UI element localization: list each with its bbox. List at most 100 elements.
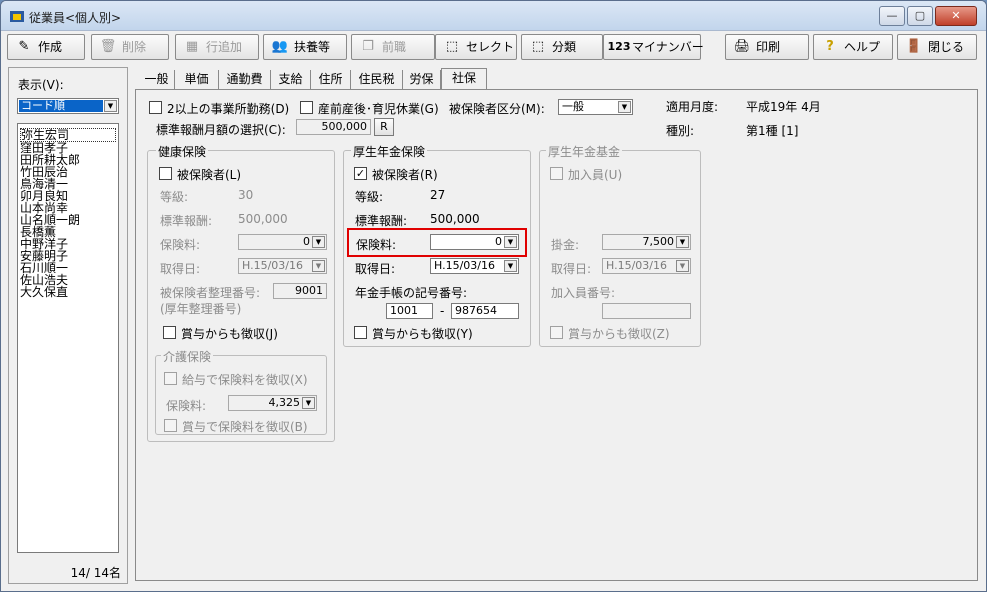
standard-selection-label: 標準報酬月額の選択(C): xyxy=(156,123,286,137)
r-button[interactable]: R xyxy=(374,118,394,136)
fund-join-checkbox[interactable] xyxy=(550,167,563,180)
standard-selection-field[interactable]: 500,000 xyxy=(296,119,371,135)
health-standard-label: 標準報酬: xyxy=(160,214,213,228)
dropdown-arrow-icon[interactable]: ▼ xyxy=(312,260,325,272)
pension-acquire-date[interactable]: H.15/03/16 ▼ xyxy=(430,258,519,274)
select-button[interactable]: ⬚ セレクト xyxy=(435,34,517,60)
pension-standard-label: 標準報酬: xyxy=(355,214,408,228)
pension-standard-value: 500,000 xyxy=(430,212,480,226)
close-icon: ✕ xyxy=(951,9,961,22)
tab-social-insurance[interactable]: 社保 xyxy=(441,68,487,90)
nursing-salary-label: 給与で保険料を徴収(X) xyxy=(182,373,308,387)
tab-unit-price[interactable]: 単価 xyxy=(175,70,219,90)
minimize-icon: — xyxy=(886,9,898,22)
employee-sidebar: 表示(V): コード順 ▼ 弥生宏司 窪田孝子 田所耕太郎 竹田辰治 鳥海清一 卯月良知山… xyxy=(8,67,128,584)
pension-grade-value: 27 xyxy=(430,188,446,202)
nursing-salary-checkbox[interactable] xyxy=(164,372,177,385)
maximize-button[interactable]: ▢ xyxy=(907,6,933,26)
dropdown-arrow-icon[interactable]: ▼ xyxy=(312,236,325,248)
tab-labor-insurance[interactable]: 労保 xyxy=(403,70,441,90)
health-acquire-label: 取得日: xyxy=(160,262,201,276)
pension-book-code-field[interactable]: 1001 xyxy=(386,303,433,319)
highlight-box xyxy=(347,228,527,257)
print-button[interactable]: 🖨 印刷 xyxy=(725,34,809,60)
pension-bonus-checkbox[interactable] xyxy=(354,326,367,339)
pension-fund-title: 厚生年金基金 xyxy=(546,143,623,160)
pension-book-label: 年金手帳の記号番号: xyxy=(355,286,468,300)
insured-class-select[interactable]: 一般 ▼ xyxy=(558,99,633,115)
pension-grade-label: 等級: xyxy=(355,190,384,204)
fund-bonus-checkbox[interactable] xyxy=(550,326,563,339)
dropdown-arrow-icon[interactable]: ▼ xyxy=(676,260,689,272)
toolbar: ✎ 作成 🗑 削除 ▦ 行追加 👥 扶養等 ❐ 前職 ⬚ セレクト ⬚ 分類 123 マイナンバ… xyxy=(5,34,981,62)
maternity-leave-checkbox[interactable] xyxy=(300,101,313,114)
dependents-button[interactable]: 👥 扶養等 xyxy=(263,34,347,60)
dropdown-arrow-icon[interactable]: ▼ xyxy=(104,100,117,112)
dropdown-arrow-icon[interactable]: ▼ xyxy=(302,397,315,409)
pension-book-number-field[interactable]: 987654 xyxy=(451,303,519,319)
health-premium-field[interactable]: 0 ▼ xyxy=(238,234,327,250)
nursing-premium-label: 保険料: xyxy=(166,399,207,413)
fund-member-no-label: 加入員番号: xyxy=(551,286,616,300)
pension-insured-checkbox[interactable]: ✓ xyxy=(354,167,367,180)
title-bar: 従業員<個人別> — ▢ ✕ xyxy=(1,1,986,31)
app-icon xyxy=(10,11,24,22)
health-premium-label: 保険料: xyxy=(160,238,201,252)
window-title: 従業員<個人別> xyxy=(29,11,122,25)
tab-address[interactable]: 住所 xyxy=(311,70,351,90)
tab-resident-tax[interactable]: 住民税 xyxy=(351,70,403,90)
classify-button[interactable]: ⬚ 分類 xyxy=(521,34,603,60)
dropdown-arrow-icon[interactable]: ▼ xyxy=(504,260,517,272)
fund-bonus-label: 賞与からも徴収(Z) xyxy=(568,327,670,341)
mynumber-button[interactable]: 123 マイナンバー xyxy=(603,34,704,60)
delete-button[interactable]: 🗑 削除 xyxy=(91,34,169,60)
classify-icon: ⬚ xyxy=(531,39,545,54)
pension-bonus-label: 賞与からも徴収(Y) xyxy=(372,327,473,341)
insured-class-value: 一般 xyxy=(562,100,584,113)
fund-acquire-date[interactable]: H.15/03/16 ▼ xyxy=(602,258,691,274)
display-label: 表示(V): xyxy=(18,78,64,92)
health-insured-checkbox[interactable] xyxy=(159,167,172,180)
nursing-care-title: 介護保険 xyxy=(161,348,214,365)
nursing-bonus-checkbox[interactable] xyxy=(164,419,177,432)
list-item[interactable]: 弥生宏司 xyxy=(20,128,116,142)
employee-list[interactable]: 弥生宏司 窪田孝子 田所耕太郎 竹田辰治 鳥海清一 卯月良知 山本尚幸 山名順一朗 長橋薫 中野洋… xyxy=(17,123,119,553)
tab-commute[interactable]: 通勤費 xyxy=(219,70,271,90)
employee-count: 14/ 14名 xyxy=(70,566,121,580)
prev-job-button[interactable]: ❐ 前職 xyxy=(351,34,435,60)
select-icon: ⬚ xyxy=(445,39,459,54)
mynumber-icon: 123 xyxy=(607,40,631,53)
health-number-field[interactable]: 9001 xyxy=(273,283,327,299)
help-icon: ? xyxy=(826,39,834,54)
health-standard-value: 500,000 xyxy=(238,212,288,226)
dropdown-arrow-icon[interactable]: ▼ xyxy=(618,101,631,113)
health-acquire-date[interactable]: H.15/03/16 ▼ xyxy=(238,258,327,274)
fund-payment-field[interactable]: 7,500 ▼ xyxy=(602,234,691,250)
grid-icon: ▦ xyxy=(185,39,199,54)
sort-order-value: コード順 xyxy=(19,100,103,112)
health-grade-value: 30 xyxy=(238,188,254,202)
fund-member-no-field[interactable] xyxy=(602,303,691,319)
maximize-icon: ▢ xyxy=(914,9,926,22)
close-button[interactable]: 🚪 閉じる xyxy=(897,34,977,60)
health-number-label: 被保険者整理番号: xyxy=(160,286,261,300)
nursing-premium-field[interactable]: 4,325 ▼ xyxy=(228,395,317,411)
dropdown-arrow-icon[interactable]: ▼ xyxy=(676,236,689,248)
maternity-leave-label: 産前産後･育児休業(G) xyxy=(318,102,439,116)
list-item[interactable]: 大久保直 xyxy=(20,286,118,298)
close-window-button[interactable]: ✕ xyxy=(935,6,977,26)
insured-class-label: 被保険者区分(M): xyxy=(449,102,545,116)
pension-insured-label: 被保険者(R) xyxy=(372,168,438,182)
help-button[interactable]: ? ヘルプ xyxy=(813,34,893,60)
sort-order-select[interactable]: コード順 ▼ xyxy=(17,98,119,114)
apply-month-label: 適用月度: xyxy=(666,100,719,114)
documents-icon: ❐ xyxy=(362,39,374,54)
add-row-button[interactable]: ▦ 行追加 xyxy=(175,34,259,60)
tab-general[interactable]: 一般 xyxy=(139,70,175,90)
health-bonus-checkbox[interactable] xyxy=(163,326,176,339)
minimize-button[interactable]: — xyxy=(879,6,905,26)
create-button[interactable]: ✎ 作成 xyxy=(7,34,85,60)
health-insurance-title: 健康保険 xyxy=(156,143,209,160)
multi-office-checkbox[interactable] xyxy=(149,101,162,114)
tab-payment[interactable]: 支給 xyxy=(271,70,311,90)
